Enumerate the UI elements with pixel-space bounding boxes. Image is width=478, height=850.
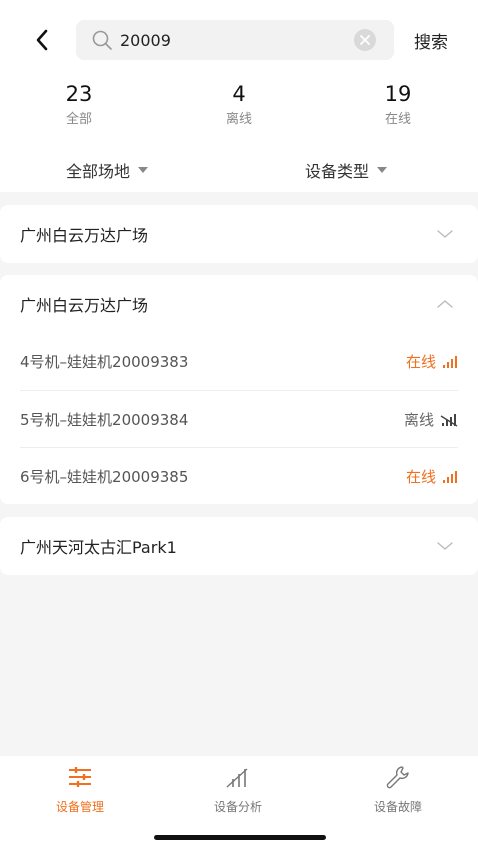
caret-down-icon [377,167,388,173]
wrench-icon [383,762,413,792]
device-status: 在线 [406,333,458,390]
status-label: 在线 [405,353,436,371]
venue-group: 广州天河太古汇Park1 [0,517,478,575]
stat-value: 4 [232,82,246,106]
stats-row: 23 全部 4 离线 19 在线 [0,82,478,132]
venue-group-title: 广州白云万达广场 [20,296,149,315]
device-list: 4号机–娃娃机20009383 在线 5号机–娃娃机20009384 离线 6号… [0,333,478,504]
search-icon [90,28,114,52]
stat-all[interactable]: 23 全部 [34,82,124,127]
tab-label: 设备分析 [213,800,262,814]
bottom-tab-bar: 设备管理 设备分析 设备故障 [0,756,478,850]
stat-label: 全部 [65,112,92,127]
sliders-icon [65,762,95,792]
venue-filter-dropdown[interactable]: 全部场地 [66,158,149,182]
stat-online[interactable]: 19 在线 [353,82,443,127]
search-button[interactable]: 搜索 [414,28,448,53]
device-type-filter-dropdown[interactable]: 设备类型 [305,158,388,182]
venue-group: 广州白云万达广场 [0,205,478,263]
tab-device-management[interactable]: 设备管理 [30,762,130,815]
status-label: 在线 [405,468,436,486]
search-input[interactable] [120,30,340,50]
device-status: 离线 [404,391,458,448]
stat-label: 在线 [384,112,411,127]
signal-medium-icon [443,470,457,483]
stat-value: 19 [384,82,412,106]
chevron-up-icon [437,300,453,308]
back-button[interactable] [28,26,56,54]
chevron-left-icon [36,29,48,51]
device-row[interactable]: 6号机–娃娃机20009385 在线 [20,447,458,504]
filter-row: 全部场地 设备类型 [0,158,478,182]
venue-group-header[interactable]: 广州白云万达广场 [0,205,478,263]
stat-offline[interactable]: 4 离线 [194,82,284,127]
chevron-down-icon [437,230,453,238]
caret-down-icon [138,167,149,173]
device-name: 5号机–娃娃机20009384 [20,410,189,429]
signal-strong-icon [443,355,457,368]
chart-icon [223,762,253,792]
chevron-down-icon [437,542,453,550]
clear-icon[interactable] [354,29,376,51]
tab-label: 设备故障 [373,800,422,814]
device-status: 在线 [406,448,458,505]
tab-device-faults[interactable]: 设备故障 [348,762,448,815]
venue-group-title: 广州天河太古汇Park1 [20,538,177,557]
device-row[interactable]: 4号机–娃娃机20009383 在线 [20,333,458,390]
venue-group: 广州白云万达广场 4号机–娃娃机20009383 在线 5号机–娃娃机20009… [0,275,478,504]
device-type-filter-label: 设备类型 [305,162,370,181]
search-box[interactable] [76,20,394,60]
status-label: 离线 [403,411,434,429]
stat-label: 离线 [225,112,252,127]
tab-label: 设备管理 [55,800,104,814]
header-panel: 搜索 23 全部 4 离线 19 在线 全部场地 设备类型 [0,0,478,192]
device-name: 6号机–娃娃机20009385 [20,467,189,486]
venue-group-header[interactable]: 广州天河太古汇Park1 [0,517,478,575]
tab-device-analysis[interactable]: 设备分析 [188,762,288,815]
venue-group-header[interactable]: 广州白云万达广场 [0,275,478,333]
signal-off-icon [440,413,458,427]
device-row[interactable]: 5号机–娃娃机20009384 离线 [20,390,458,447]
venue-filter-label: 全部场地 [66,162,131,181]
home-indicator [154,835,326,840]
stat-value: 23 [65,82,93,106]
venue-group-title: 广州白云万达广场 [20,226,149,245]
device-name: 4号机–娃娃机20009383 [20,353,189,371]
